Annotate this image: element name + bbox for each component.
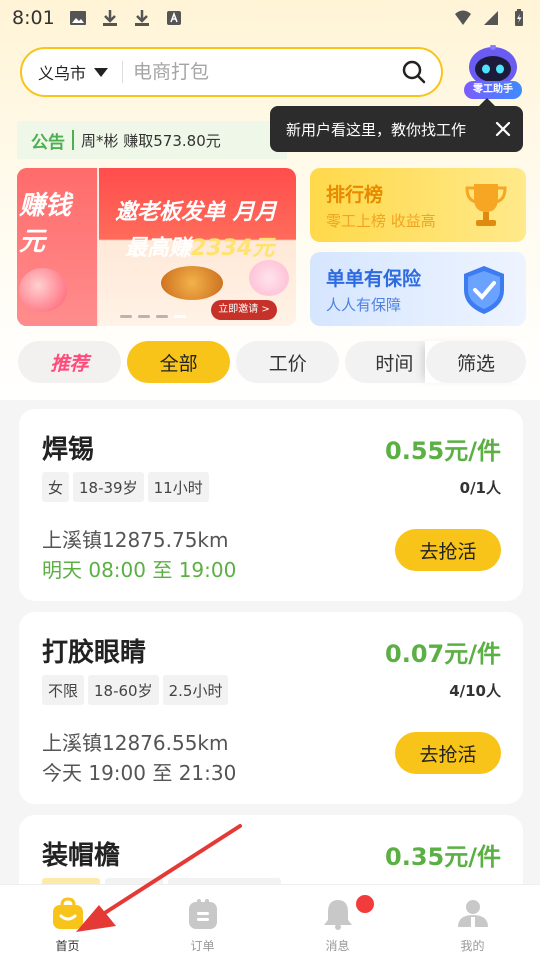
assistant-button[interactable]: 零工助手	[462, 45, 524, 103]
shield-icon	[464, 266, 504, 314]
nav-orders-label: 订单	[190, 939, 215, 953]
carousel-dot	[138, 315, 150, 318]
job-tag: 18-39岁	[73, 472, 144, 502]
nav-mine-label: 我的	[460, 939, 485, 953]
job-price: 0.07元/件	[385, 640, 501, 668]
filter-tabs: 推荐 全部 工价 时间 筛选	[18, 341, 527, 383]
job-tags: 女 18-39岁 11小时	[42, 472, 209, 502]
system-icons	[454, 9, 528, 27]
job-tag: 2.5小时	[162, 675, 229, 705]
job-headcount: 4/10人	[449, 682, 501, 700]
insurance-card[interactable]: 单单有保险 人人有保障	[310, 252, 526, 326]
banner-subtitle: 最高赚2334元	[125, 236, 275, 261]
current-banner-slide: 邀老板发单 月月 最高赚2334元 立即邀请 >	[99, 168, 296, 326]
job-title: 装帽檐	[42, 841, 121, 871]
job-location: 上溪镇12876.55km	[42, 731, 229, 755]
status-time: 8:01	[12, 7, 55, 29]
trophy-icon	[465, 184, 507, 226]
job-price: 0.35元/件	[385, 843, 501, 871]
job-location: 上溪镇12875.75km	[42, 528, 229, 552]
nav-mine[interactable]: 我的	[405, 885, 540, 960]
carousel-dot	[120, 315, 132, 318]
notice-tag: 公告	[31, 132, 65, 153]
job-time: 今天 19:00 至 21:30	[42, 761, 237, 785]
search-input[interactable]	[133, 61, 401, 83]
job-tag: 女	[42, 472, 70, 502]
search-icon[interactable]	[401, 59, 427, 85]
nav-messages[interactable]: 消息	[270, 885, 405, 960]
ranking-title: 排行榜	[326, 184, 384, 206]
notice-text: 周*彬 赚取573.80元	[81, 131, 221, 150]
filter-container: 筛选	[424, 341, 527, 383]
user-icon	[457, 900, 488, 927]
clipboard-icon	[188, 899, 217, 929]
job-tag: 不限	[42, 675, 85, 705]
tab-price[interactable]: 工价	[236, 341, 340, 383]
chevron-down-icon[interactable]	[94, 67, 109, 77]
job-card[interactable]: 焊锡 0.55元/件 女 18-39岁 11小时 0/1人 上溪镇12875.7…	[19, 409, 523, 601]
notification-icons	[69, 9, 183, 27]
city-selector[interactable]: 义乌市	[38, 60, 86, 84]
coin-graphic	[161, 266, 223, 300]
signal-icon	[484, 11, 498, 25]
heart-graphic	[19, 268, 67, 312]
image-icon	[69, 11, 86, 25]
job-card[interactable]: 装帽檐 0.35元/件	[19, 815, 523, 884]
insurance-title: 单单有保险	[326, 268, 422, 290]
home-bag-icon	[52, 897, 83, 929]
notice-divider	[72, 130, 74, 150]
job-card[interactable]: 打胶眼睛 0.07元/件 不限 18-60岁 2.5小时 4/10人 上溪镇12…	[19, 612, 523, 804]
bottom-navigation: 首页 订单 消息 我的	[0, 884, 540, 960]
promo-banner-carousel[interactable]: 赚钱 元 邀老板发单 月月 最高赚2334元 立即邀请 >	[17, 168, 296, 326]
filter-button[interactable]: 筛选	[426, 341, 527, 383]
job-tags: 不限 18-60岁 2.5小时	[42, 675, 229, 705]
tab-recommend[interactable]: 推荐	[18, 341, 122, 383]
app-icon	[166, 11, 181, 25]
ranking-subtitle: 零工上榜 收益高	[326, 212, 436, 230]
invite-button[interactable]: 立即邀请 >	[211, 300, 277, 320]
carousel-indicator	[120, 315, 186, 318]
grab-job-button[interactable]: 去抢活	[395, 529, 501, 571]
tab-time[interactable]: 时间	[345, 341, 425, 383]
banner-left-text: 赚钱 元	[19, 191, 72, 257]
previous-banner-slide: 赚钱 元	[17, 168, 97, 326]
download-icon	[102, 10, 117, 26]
close-icon[interactable]	[493, 119, 513, 139]
nav-messages-label: 消息	[325, 939, 350, 953]
wifi-icon	[455, 10, 471, 25]
insurance-subtitle: 人人有保障	[326, 296, 402, 314]
tab-all[interactable]: 全部	[127, 341, 231, 383]
tooltip-text: 新用户看这里，教你找工作	[286, 120, 467, 139]
mascot-graphic	[249, 260, 289, 296]
job-tag: 11小时	[147, 472, 209, 502]
notice-bar[interactable]: 公告 周*彬 赚取573.80元	[17, 121, 287, 159]
guide-tooltip[interactable]: 新用户看这里，教你找工作	[270, 98, 523, 152]
notification-badge	[354, 893, 376, 915]
download-icon	[134, 10, 149, 26]
job-title: 焊锡	[42, 435, 95, 465]
job-headcount: 0/1人	[459, 479, 501, 497]
job-tag: 18-60岁	[88, 675, 159, 705]
bell-icon	[323, 900, 352, 930]
carousel-dot	[156, 315, 168, 318]
grab-job-button[interactable]: 去抢活	[395, 732, 501, 774]
battery-icon	[515, 9, 523, 26]
nav-home-label: 首页	[55, 939, 80, 953]
job-price: 0.55元/件	[385, 437, 501, 465]
nav-orders[interactable]: 订单	[135, 885, 270, 960]
status-bar: 8:01	[0, 0, 540, 36]
search-bar[interactable]: 义乌市	[20, 47, 443, 97]
banner-title: 邀老板发单 月月	[115, 200, 277, 225]
job-time: 明天 08:00 至 19:00	[42, 558, 237, 582]
job-title: 打胶眼睛	[42, 638, 147, 668]
carousel-dot-active	[174, 315, 186, 318]
nav-home[interactable]: 首页	[0, 885, 135, 960]
assistant-label: 零工助手	[464, 81, 522, 99]
ranking-card[interactable]: 排行榜 零工上榜 收益高	[310, 168, 526, 242]
search-divider	[122, 61, 124, 83]
